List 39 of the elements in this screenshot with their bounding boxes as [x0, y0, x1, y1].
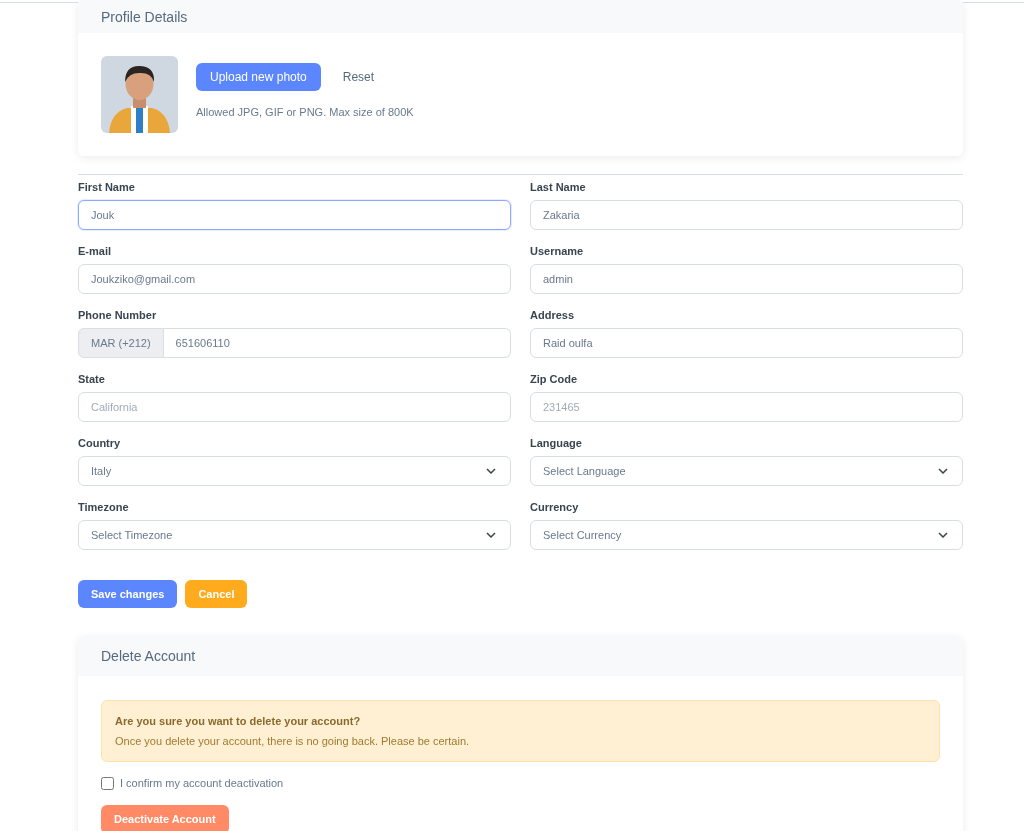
- input-field[interactable]: Raid oulfa: [530, 328, 963, 358]
- confirm-checkbox[interactable]: [101, 776, 114, 790]
- field-label: Zip Code: [530, 373, 579, 386]
- select-field[interactable]: Italy: [78, 456, 511, 486]
- input-field[interactable]: Joukziko@gmail.com: [78, 264, 511, 294]
- alert-title: Are you sure you want to delete your account?: [115, 714, 362, 729]
- field-label: State: [78, 373, 106, 386]
- field-label: Address: [530, 309, 576, 322]
- field-label: Country: [78, 437, 122, 450]
- select-field[interactable]: Select Language: [530, 456, 963, 486]
- field-label: Username: [530, 245, 585, 258]
- upload-hint: Allowed JPG, GIF or PNG. Max size of 800K: [196, 105, 414, 120]
- field-label: Last Name: [530, 181, 587, 194]
- upload-button[interactable]: Upload new photo: [196, 63, 321, 91]
- field-label: E-mail: [78, 245, 112, 258]
- select-field[interactable]: Select Timezone: [78, 520, 511, 550]
- field-label: Language: [530, 437, 583, 450]
- select-field[interactable]: Select Currency: [530, 520, 963, 550]
- field-label: First Name: [78, 181, 136, 194]
- input-field[interactable]: 231465: [530, 392, 963, 422]
- checkbox-label: I confirm my account deactivation: [120, 776, 284, 791]
- field-label: Timezone: [78, 501, 130, 514]
- alert-text: Once you delete your account, there is no going back. Please be certain.: [115, 733, 471, 749]
- input-field[interactable]: Zakaria: [530, 200, 963, 230]
- chevron-down-icon: [486, 468, 496, 474]
- card-title: Delete Account: [101, 646, 196, 666]
- save-button[interactable]: Save changes: [78, 580, 178, 608]
- input-field[interactable]: admin: [530, 264, 963, 294]
- field-label: Phone Number: [78, 309, 158, 322]
- chevron-down-icon: [938, 468, 948, 474]
- field-label: Currency: [530, 501, 580, 514]
- input-field[interactable]: Jouk: [78, 200, 511, 230]
- phone-field[interactable]: 651606110: [163, 328, 511, 358]
- card-title: Profile Details: [101, 7, 188, 27]
- country-code: MAR (+212): [78, 328, 164, 358]
- reset-button[interactable]: Reset: [328, 63, 389, 91]
- chevron-down-icon: [938, 532, 948, 538]
- chevron-down-icon: [486, 532, 496, 538]
- input-field[interactable]: California: [78, 392, 511, 422]
